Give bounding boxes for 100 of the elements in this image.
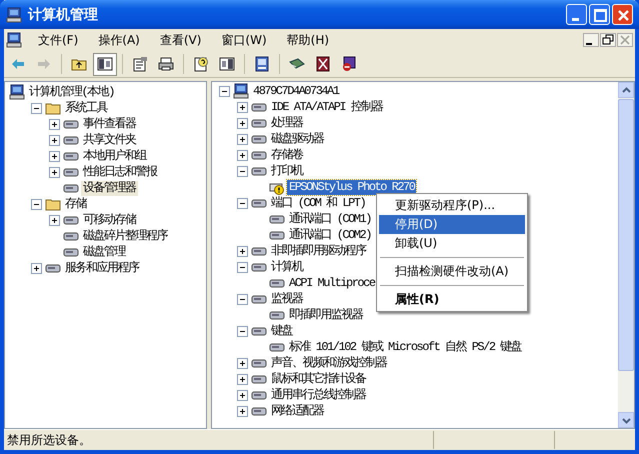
restore-button[interactable] (600, 33, 616, 47)
collapse-toggle[interactable] (236, 198, 248, 208)
tree-item[interactable]: 网络适配器 (269, 404, 326, 418)
expand-toggle[interactable] (236, 406, 248, 416)
menu-item[interactable]: 更新驱动程序(P)... (379, 196, 525, 215)
tree-item[interactable]: 鼠标和其它指针设备 (269, 372, 368, 386)
tree-item[interactable]: 标准 101/102 键或 Microsoft 自然 PS/2 键盘 (287, 340, 524, 354)
expand-toggle[interactable] (236, 150, 248, 160)
tree-item[interactable]: 本地用户和组 (81, 148, 148, 164)
plus-icon (238, 102, 246, 112)
plus-icon (238, 390, 246, 400)
expand-toggle[interactable] (236, 102, 248, 112)
expand-toggle[interactable] (30, 262, 42, 274)
menu-item[interactable]: 窗口(W) (221, 32, 267, 48)
printer-icon (158, 56, 174, 72)
tree-item[interactable]: 键盘 (269, 324, 294, 338)
expand-toggle[interactable] (236, 390, 248, 400)
collapse-toggle[interactable] (30, 102, 42, 114)
expand-toggle[interactable] (48, 134, 60, 146)
collapse-toggle[interactable] (218, 86, 230, 96)
plus-icon (32, 264, 40, 272)
expand-toggle[interactable] (48, 150, 60, 162)
toolbar-button[interactable] (93, 52, 117, 76)
tree-item[interactable]: 通用串行总线控制器 (269, 388, 368, 402)
tree-item[interactable]: 计算机管理(本地) (27, 84, 116, 100)
expand-toggle[interactable] (236, 358, 248, 368)
tree-item[interactable]: 即插即用监视器 (287, 308, 364, 322)
maximize-button[interactable] (589, 4, 610, 25)
device-disable-icon (315, 56, 331, 72)
plus-icon (238, 374, 246, 384)
tree-item[interactable]: 事件查看器 (81, 116, 138, 132)
collapse-toggle[interactable] (236, 262, 248, 272)
plus-icon (238, 406, 246, 416)
tree-item[interactable]: 处理器 (269, 116, 304, 130)
expand-toggle[interactable] (48, 214, 60, 226)
properties-icon (132, 56, 148, 72)
menu-item[interactable]: 停用(D) (379, 215, 525, 234)
scroll-thumb[interactable] (618, 99, 634, 371)
minimize-icon (586, 43, 592, 45)
menu-item[interactable]: 属性(R) (379, 290, 525, 309)
tree-item[interactable]: 通讯端口 (COM1) (287, 212, 373, 226)
computer-icon (6, 6, 22, 22)
tree-item[interactable]: 打印机 (269, 164, 304, 178)
tree-item[interactable]: 磁盘碎片整理程序 (81, 228, 169, 244)
menu-item[interactable]: 文件(F) (38, 32, 78, 48)
menu-item[interactable]: 帮助(H) (286, 32, 330, 48)
tree-item[interactable]: 服务和应用程序 (63, 260, 140, 276)
expand-toggle[interactable] (236, 246, 248, 256)
plus-icon (50, 120, 58, 128)
tree-item[interactable]: 非即插即用驱动程序 (269, 244, 368, 258)
tree-item[interactable]: 可移动存储 (81, 212, 138, 228)
collapse-toggle[interactable] (236, 294, 248, 304)
tree-item[interactable]: 监视器 (269, 292, 304, 306)
menu-item[interactable]: 卸载(U) (379, 234, 525, 253)
tree-item[interactable]: 存储 (63, 196, 88, 212)
forward-arrow-icon (36, 56, 52, 72)
tree-item[interactable]: 设备管理器 (81, 180, 138, 196)
tree-item[interactable]: 磁盘驱动器 (269, 132, 326, 146)
expand-toggle[interactable] (236, 134, 248, 144)
collapse-toggle[interactable] (236, 326, 248, 336)
expand-toggle[interactable] (236, 374, 248, 384)
menu-item[interactable]: 扫描检测硬件改动(A) (379, 262, 525, 281)
status-text: 禁用所选设备。 (6, 432, 92, 448)
tree-item[interactable]: 存储卷 (269, 148, 304, 162)
computer-icon (233, 83, 249, 99)
help-icon (193, 56, 209, 72)
tree-item[interactable]: 通讯端口 (COM2) (287, 228, 373, 242)
plus-icon (238, 118, 246, 128)
tree-item[interactable]: EPSONStylus Photo R270 (287, 180, 416, 194)
scroll-up-button[interactable] (618, 82, 634, 98)
plus-icon (238, 150, 246, 160)
panel-icon (219, 56, 235, 72)
menu-item[interactable]: 查看(V) (160, 32, 202, 48)
expand-toggle[interactable] (48, 118, 60, 130)
plus-icon (238, 246, 246, 256)
menu-item[interactable]: 操作(A) (98, 32, 140, 48)
window-title: 计算机管理 (28, 6, 99, 24)
plus-icon (50, 168, 58, 176)
tree-item[interactable]: 磁盘管理 (81, 244, 127, 260)
computer-icon (9, 84, 25, 100)
minimize-button[interactable] (583, 33, 599, 47)
tree-item[interactable]: 4879C7D4A0734A1 (251, 84, 341, 98)
plus-icon (238, 134, 246, 144)
plus-icon (238, 358, 246, 368)
expand-toggle[interactable] (48, 166, 60, 178)
minimize-icon (572, 18, 579, 21)
scrollbar[interactable] (618, 82, 634, 428)
tree-item[interactable]: 计算机 (269, 260, 304, 274)
collapse-toggle[interactable] (236, 166, 248, 176)
tree-item[interactable]: 端口 (COM 和 LPT) (269, 196, 368, 210)
tree-item[interactable]: 系统工具 (63, 100, 109, 116)
expand-toggle[interactable] (236, 118, 248, 128)
tree-item[interactable]: IDE ATA/ATAPI 控制器 (269, 100, 384, 114)
tree-item[interactable]: 共享文件夹 (81, 132, 138, 148)
tree-item[interactable]: 声音、视频和游戏控制器 (269, 356, 388, 370)
scroll-down-button[interactable] (618, 412, 634, 428)
tree-item[interactable]: ACPI Multiproce (287, 276, 377, 290)
collapse-toggle[interactable] (30, 198, 42, 210)
tree-item[interactable]: 性能日志和警报 (81, 164, 158, 180)
panel-icon (97, 56, 113, 72)
